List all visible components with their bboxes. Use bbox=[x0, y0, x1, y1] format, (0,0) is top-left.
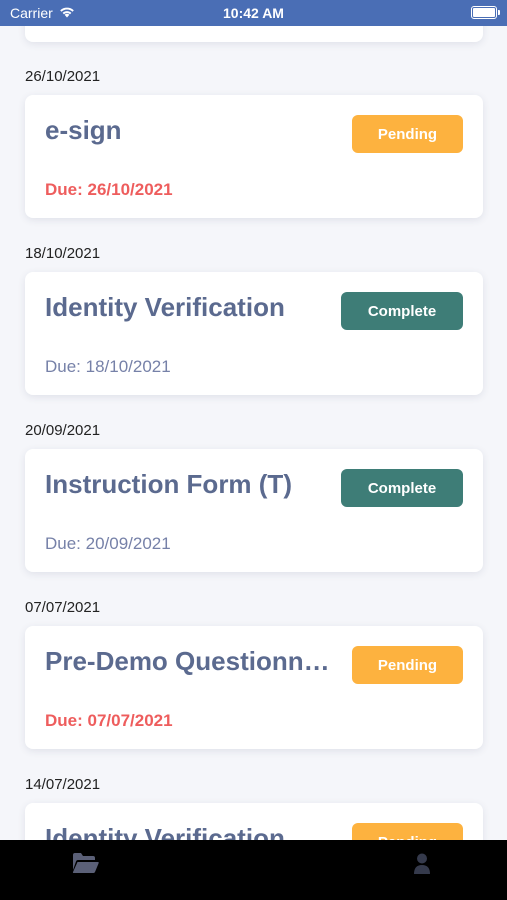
status-bar: Carrier 10:42 AM bbox=[0, 0, 507, 26]
due-date: Due: 20/09/2021 bbox=[45, 534, 171, 553]
task-title: e-sign bbox=[45, 115, 122, 145]
status-badge-pending: Pending bbox=[352, 115, 463, 153]
status-badge-complete: Complete bbox=[341, 469, 463, 507]
task-card[interactable]: Identity Verification Complete Due: 18/1… bbox=[25, 272, 483, 395]
task-title: Identity Verification bbox=[45, 823, 285, 840]
battery-icon bbox=[471, 6, 500, 19]
status-badge-pending: Pending bbox=[352, 646, 463, 684]
due-date: Due: 07/07/2021 bbox=[45, 711, 173, 730]
date-header: 14/07/2021 bbox=[25, 776, 101, 793]
task-title: Instruction Form (T) bbox=[45, 469, 292, 499]
user-icon bbox=[413, 853, 431, 879]
task-title: Identity Verification bbox=[45, 292, 285, 322]
status-badge-pending: Pending bbox=[352, 823, 463, 840]
task-card[interactable]: e-sign Pending Due: 26/10/2021 bbox=[25, 95, 483, 218]
screen: 26/10/2021 e-sign Pending Due: 26/10/202… bbox=[0, 0, 507, 900]
folder-open-icon bbox=[71, 853, 99, 878]
task-list[interactable]: 26/10/2021 e-sign Pending Due: 26/10/202… bbox=[0, 0, 507, 840]
tab-documents[interactable] bbox=[71, 852, 99, 879]
task-card[interactable]: Instruction Form (T) Complete Due: 20/09… bbox=[25, 449, 483, 572]
task-card[interactable]: Pre-Demo Questionnaire Pending Due: 07/0… bbox=[25, 626, 483, 749]
date-header: 26/10/2021 bbox=[25, 68, 101, 85]
date-header: 18/10/2021 bbox=[25, 245, 101, 262]
due-date: Due: 26/10/2021 bbox=[45, 180, 173, 199]
clock: 10:42 AM bbox=[223, 5, 284, 21]
task-title: Pre-Demo Questionnaire bbox=[45, 646, 337, 676]
task-card[interactable]: Identity Verification Pending bbox=[25, 803, 483, 840]
date-header: 20/09/2021 bbox=[25, 422, 101, 439]
tab-profile[interactable] bbox=[413, 853, 431, 880]
status-badge-complete: Complete bbox=[341, 292, 463, 330]
tab-bar bbox=[0, 840, 507, 900]
due-date: Due: 18/10/2021 bbox=[45, 357, 171, 376]
date-header: 07/07/2021 bbox=[25, 599, 101, 616]
